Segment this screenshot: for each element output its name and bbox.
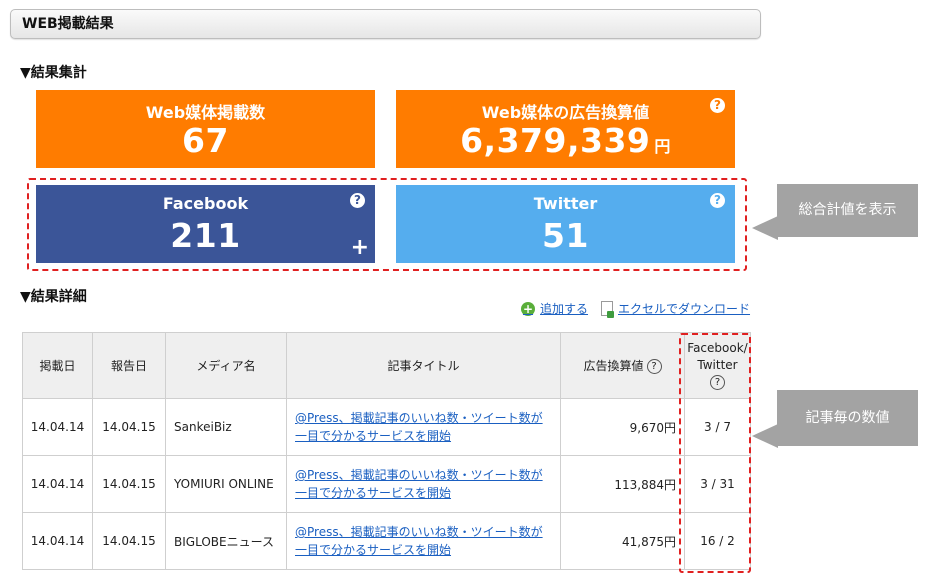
- add-link-label: 追加する: [540, 302, 589, 316]
- help-icon[interactable]: ?: [710, 193, 725, 208]
- media-name: BIGLOBEニュース: [165, 512, 287, 570]
- ad-value-label: Web媒体の広告換算値: [481, 103, 650, 122]
- facebook-value: 211: [170, 216, 241, 255]
- article-title-link[interactable]: @Press、掲載記事のいいね数・ツイート数が 一目で分かるサービスを開始: [295, 409, 543, 445]
- per-article-highlight-box: [679, 333, 751, 573]
- article-title-cell: @Press、掲載記事のいいね数・ツイート数が 一目で分かるサービスを開始: [286, 512, 561, 570]
- page-header: WEB掲載結果: [10, 9, 761, 39]
- help-icon[interactable]: ?: [646, 359, 662, 374]
- web-count-value: 67: [182, 121, 229, 160]
- col-posted-date: 掲載日: [22, 332, 93, 399]
- posted-date: 14.04.14: [22, 398, 93, 456]
- table-header-row: 掲載日 報告日 メディア名 記事タイトル 広告換算値? Facebook/Twi…: [22, 332, 751, 399]
- twitter-value: 51: [542, 216, 589, 255]
- twitter-label: Twitter: [533, 194, 598, 213]
- page-title: WEB掲載結果: [22, 16, 114, 32]
- article-title-link[interactable]: @Press、掲載記事のいいね数・ツイート数が 一目で分かるサービスを開始: [295, 466, 543, 502]
- excel-icon: [601, 301, 614, 318]
- web-count-tile: Web媒体掲載数 67: [36, 90, 375, 168]
- excel-download-link[interactable]: エクセルでダウンロード: [601, 300, 751, 318]
- plus-icon[interactable]: +: [351, 237, 369, 259]
- add-icon: +: [521, 301, 535, 316]
- ad-value-tile: Web媒体の広告換算値 6,379,339 円 ?: [396, 90, 735, 168]
- facebook-label: Facebook: [162, 194, 249, 213]
- report-date: 14.04.15: [92, 398, 166, 456]
- per-article-callout: 記事毎の数値: [777, 390, 918, 446]
- article-title-line1: @Press、掲載記事のいいね数・ツイート数が: [295, 468, 543, 482]
- article-title-line1: @Press、掲載記事のいいね数・ツイート数が: [295, 411, 543, 425]
- ad-value: 113,884円: [560, 455, 685, 513]
- col-report-date: 報告日: [92, 332, 166, 399]
- web-count-label: Web媒体掲載数: [145, 103, 266, 122]
- report-date: 14.04.15: [92, 512, 166, 570]
- table-row: 14.04.14 14.04.15 YOMIURI ONLINE @Press、…: [22, 455, 751, 513]
- posted-date: 14.04.14: [22, 512, 93, 570]
- results-table: 掲載日 報告日 メディア名 記事タイトル 広告換算値? Facebook/Twi…: [22, 332, 751, 570]
- help-icon[interactable]: ?: [350, 193, 365, 208]
- table-row: 14.04.14 14.04.15 BIGLOBEニュース @Press、掲載記…: [22, 512, 751, 570]
- add-link[interactable]: + 追加する: [521, 300, 588, 317]
- facebook-tile: Facebook 211 ? +: [36, 185, 375, 263]
- ad-value-unit: 円: [654, 137, 671, 156]
- total-callout: 総合計値を表示: [777, 184, 918, 237]
- excel-download-label: エクセルでダウンロード: [618, 302, 751, 316]
- posted-date: 14.04.14: [22, 455, 93, 513]
- callout-pointer: [752, 216, 778, 240]
- ad-value-number: 6,379,339: [460, 121, 651, 160]
- report-date: 14.04.15: [92, 455, 166, 513]
- article-title-link[interactable]: @Press、掲載記事のいいね数・ツイート数が 一目で分かるサービスを開始: [295, 523, 543, 559]
- media-name: SankeiBiz: [165, 398, 287, 456]
- ad-value: 9,670円: [560, 398, 685, 456]
- twitter-tile: Twitter 51 ?: [396, 185, 735, 263]
- article-title-cell: @Press、掲載記事のいいね数・ツイート数が 一目で分かるサービスを開始: [286, 455, 561, 513]
- col-media-name: メディア名: [165, 332, 287, 399]
- article-title-line1: @Press、掲載記事のいいね数・ツイート数が: [295, 525, 543, 539]
- col-ad-value: 広告換算値?: [560, 332, 685, 399]
- help-icon[interactable]: ?: [710, 98, 725, 113]
- article-title-line2: 一目で分かるサービスを開始: [295, 429, 452, 443]
- details-heading: ▼結果詳細: [20, 289, 87, 305]
- article-title-line2: 一目で分かるサービスを開始: [295, 543, 452, 557]
- media-name: YOMIURI ONLINE: [165, 455, 287, 513]
- ad-value-amount: 6,379,339 円: [396, 121, 735, 160]
- article-title-line2: 一目で分かるサービスを開始: [295, 486, 452, 500]
- ad-value: 41,875円: [560, 512, 685, 570]
- article-title-cell: @Press、掲載記事のいいね数・ツイート数が 一目で分かるサービスを開始: [286, 398, 561, 456]
- callout-pointer: [752, 424, 778, 448]
- summary-heading: ▼結果集計: [20, 65, 87, 81]
- ad-value-header-label: 広告換算値: [583, 359, 644, 373]
- table-row: 14.04.14 14.04.15 SankeiBiz @Press、掲載記事の…: [22, 398, 751, 456]
- col-article-title: 記事タイトル: [286, 332, 561, 399]
